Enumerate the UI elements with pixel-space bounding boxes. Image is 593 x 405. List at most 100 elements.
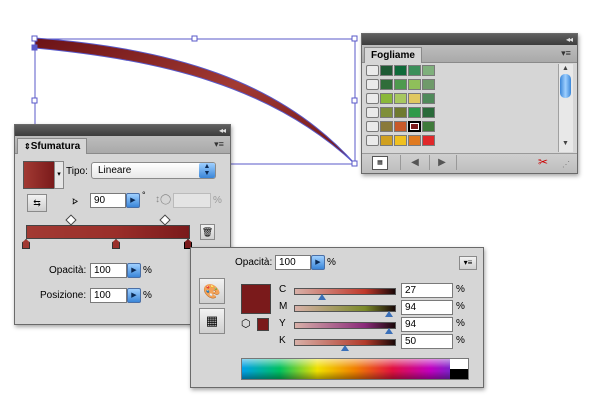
opacity-input[interactable]: 100 [90,263,127,278]
web-safe-swatch[interactable] [257,318,269,331]
channel-unit: % [456,318,465,329]
panel-menu-icon[interactable]: ▾≡ [559,48,573,58]
swatch[interactable] [394,79,407,90]
gradient-preview-swatch[interactable] [23,161,55,189]
resize-grip-icon[interactable]: ⋰ [562,160,570,169]
swatch[interactable] [394,93,407,104]
angle-dropdown-icon[interactable]: ▶ [126,193,140,208]
gradient-stop[interactable] [112,239,120,249]
color-panel-menu-icon[interactable]: ▾≡ [459,256,477,270]
swatch[interactable] [408,93,421,104]
swatch-group-folder-icon [366,65,379,76]
gradient-preset-dropdown-icon[interactable]: ▾ [54,161,64,189]
panel-menu-icon[interactable]: ▾≡ [212,139,226,149]
fill-color-swatch[interactable] [241,284,271,314]
channel-slider-y[interactable] [294,322,396,329]
delete-swatch-icon[interactable]: ✂ [536,155,550,170]
channel-label-y: Y [279,318,286,329]
swatch-kind-menu-icon[interactable]: ▦ [372,156,388,170]
color-opacity-label: Opacità: [235,257,273,268]
swatch[interactable] [422,79,435,90]
channel-slider-c[interactable] [294,288,396,295]
channel-input-k[interactable]: 50 [401,334,453,349]
prev-arrow-icon[interactable]: ◀ [400,155,430,170]
position-label: Posizione: [40,290,87,301]
swatch[interactable] [422,135,435,146]
spectrum-white-chip[interactable] [450,359,468,369]
collapse-icon[interactable]: ◂◂ [219,126,226,135]
swatch[interactable] [380,135,393,146]
swatch-grid-tab-icon[interactable]: ▦ [199,308,225,334]
scroll-down-icon[interactable]: ▼ [562,140,569,147]
channel-input-c[interactable]: 27 [401,283,453,298]
collapse-icon[interactable]: ◂◂ [566,35,573,44]
channel-input-m[interactable]: 94 [401,300,453,315]
swatch[interactable] [394,107,407,118]
swatch[interactable] [408,121,421,132]
swatch[interactable] [422,107,435,118]
color-opacity-input[interactable]: 100 [275,255,311,270]
swatch[interactable] [380,65,393,76]
color-guide-tab-icon[interactable]: 🎨 [199,278,225,304]
opacity-dropdown-icon[interactable]: ▶ [127,263,141,278]
midpoint-marker[interactable] [65,214,77,226]
channel-input-y[interactable]: 94 [401,317,453,332]
tab-toggle-icon: ⇕ [24,142,31,151]
reverse-gradient-button[interactable]: ⇆ [27,194,47,212]
aspect-unit: % [213,195,222,206]
color-opacity-unit: % [327,257,336,268]
swatches-panel: ◂◂ Fogliame ▾≡ ▲ ▼ ▦ ◀ ▶ ✂ ⋰ [361,33,578,174]
swatches-tabstrip: Fogliame ▾≡ [362,45,577,63]
gradient-stop[interactable] [22,239,30,249]
swatches-titlebar[interactable]: ◂◂ [362,34,577,45]
tab-fogliame[interactable]: Fogliame [364,47,422,63]
angle-input[interactable]: 90 [90,193,126,208]
channel-slider-thumb[interactable] [318,294,326,300]
position-input[interactable]: 100 [90,288,127,303]
delete-stop-button[interactable]: 🗑 [200,224,215,240]
position-dropdown-icon[interactable]: ▶ [127,288,141,303]
swatch[interactable] [422,121,435,132]
channel-label-c: C [279,284,287,295]
swatch[interactable] [408,135,421,146]
swatch[interactable] [380,93,393,104]
midpoint-marker[interactable] [159,214,171,226]
swatch[interactable] [394,135,407,146]
channel-unit: % [456,335,465,346]
out-of-gamut-icon[interactable]: ⬡ [241,318,251,330]
channel-slider-thumb[interactable] [341,345,349,351]
color-opacity-dropdown-icon[interactable]: ▶ [311,255,325,270]
tab-sfumatura[interactable]: ⇕Sfumatura [17,138,88,154]
channel-slider-thumb[interactable] [385,328,393,334]
swatch[interactable] [380,79,393,90]
scroll-up-icon[interactable]: ▲ [562,65,569,72]
swatch[interactable] [380,121,393,132]
scroll-thumb[interactable] [560,74,571,98]
swatch[interactable] [394,65,407,76]
swatch[interactable] [408,79,421,90]
color-spectrum-bar[interactable] [241,358,469,380]
opacity-unit: % [143,265,152,276]
type-select[interactable]: Lineare ▲ ▼ [91,162,216,179]
swatch[interactable] [380,107,393,118]
swatch[interactable] [422,65,435,76]
gradient-titlebar[interactable]: ◂◂ [15,125,230,136]
swatch[interactable] [408,65,421,76]
channel-slider-m[interactable] [294,305,396,312]
channel-unit: % [456,284,465,295]
gradient-ramp[interactable] [26,225,190,239]
swatch-group-folder-icon [366,93,379,104]
aspect-ratio-icon: ↕◯ [155,194,172,205]
spectrum-black-chip[interactable] [450,369,468,379]
swatch-group-folder-icon [366,121,379,132]
swatch[interactable] [408,107,421,118]
swatch[interactable] [422,93,435,104]
swatch-grid [364,64,558,150]
channel-slider-thumb[interactable] [385,311,393,317]
angle-unit: ° [142,190,146,200]
swatch[interactable] [394,121,407,132]
swatches-scrollbar[interactable]: ▲ ▼ [558,64,573,152]
select-arrows-icon: ▲ ▼ [199,163,215,178]
next-arrow-icon[interactable]: ▶ [428,155,457,170]
channel-label-m: M [279,301,288,312]
